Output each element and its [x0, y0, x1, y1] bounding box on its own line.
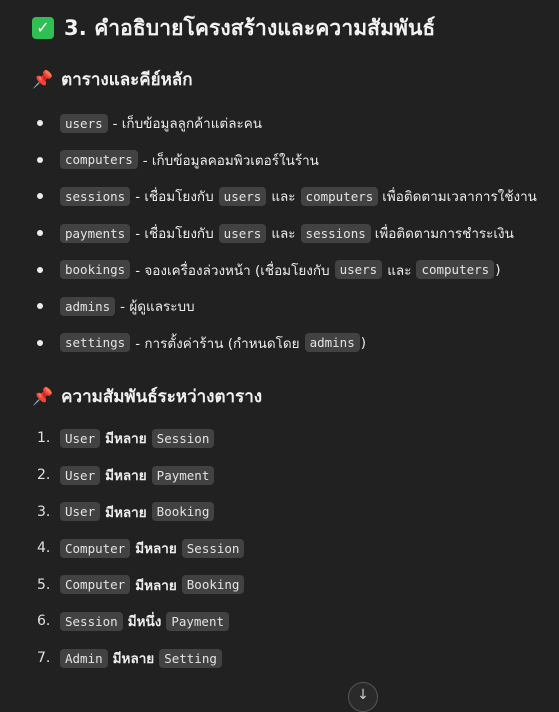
relation-text: มีหนึ่ง [127, 614, 162, 631]
entity-code: Setting [159, 648, 222, 668]
item-tail-text: ) [360, 334, 366, 351]
arrow-down-icon: ↓ [357, 687, 369, 703]
list-number: 7. [37, 650, 51, 667]
entity-code: Session [181, 538, 245, 558]
entity-code: User [60, 502, 101, 522]
item-description: - จองเครื่องล่วงหน้า (เชื่อมโยงกับ [135, 262, 330, 279]
pushpin-icon: 📌 [32, 386, 54, 407]
list-item: computers - เก็บข้อมูลคอมพิวเตอร์ในร้าน [32, 142, 552, 179]
table-name-code: users [218, 186, 267, 206]
entity-code: Computer [60, 538, 131, 558]
item-description: - ผู้ดูแลระบบ [120, 299, 195, 316]
message-content: ✓ 3. คำอธิบายโครงสร้างและความสัมพันธ์ 📌 … [32, 14, 552, 676]
list-item: payments - เชื่อมโยงกับ users และ sessions เพ… [32, 215, 552, 252]
pushpin-icon: 📌 [32, 69, 54, 90]
check-mark-button-icon: ✓ [32, 17, 54, 39]
entity-code: Session [60, 611, 123, 631]
relations-list: 1. User มีหลาย Session 2. User มีหลาย Payment 3.… [32, 420, 552, 676]
table-name-code: computers [416, 260, 495, 280]
table-name-code: computers [300, 186, 379, 206]
bullet-icon [37, 266, 43, 273]
relation-text: มีหลาย [135, 541, 177, 558]
relation-text: มีหลาย [105, 504, 147, 521]
relation-text: มีหลาย [105, 431, 147, 448]
relation-item: 5. Computer มีหลาย Booking [32, 567, 552, 604]
conjunction-text: และ [271, 189, 296, 206]
item-description: - เก็บข้อมูลลูกค้าแต่ละคน [112, 116, 262, 133]
table-name-code: users [334, 260, 383, 280]
item-tail-text: ) [495, 261, 501, 278]
table-name-code: admins [304, 333, 360, 353]
conjunction-text: และ [271, 226, 296, 243]
relation-item: 1. User มีหลาย Session [32, 420, 552, 457]
entity-code: User [60, 428, 101, 448]
table-name-code: computers [60, 150, 138, 170]
table-name-code: bookings [60, 260, 131, 280]
item-tail-text: เพื่อติดตามการชำระเงิน [374, 226, 514, 243]
tables-heading-text: ตารางและคีย์หลัก [61, 70, 193, 90]
relation-text: มีหลาย [105, 468, 147, 485]
list-number: 2. [37, 467, 51, 484]
entity-code: Payment [151, 465, 215, 485]
list-item: settings - การตั้งค่าร้าน (กำหนดโดย admins… [32, 325, 552, 362]
section-heading: ✓ 3. คำอธิบายโครงสร้างและความสัมพันธ์ [32, 14, 552, 42]
table-name-code: sessions [300, 223, 371, 243]
table-name-code: settings [60, 333, 131, 353]
bullet-icon [37, 339, 43, 346]
item-description: - การตั้งค่าร้าน (กำหนดโดย [135, 335, 300, 352]
list-item: sessions - เชื่อมโยงกับ users และ computers เ… [32, 178, 552, 215]
relation-item: 2. User มีหลาย Payment [32, 457, 552, 494]
relation-item: 7. Admin มีหลาย Setting [32, 640, 552, 677]
tables-list: users - เก็บข้อมูลลูกค้าแต่ละคน computers -… [32, 105, 552, 361]
list-number: 1. [37, 430, 51, 447]
list-number: 4. [37, 540, 51, 557]
relations-heading-text: ความสัมพันธ์ระหว่างตาราง [61, 387, 263, 408]
table-name-code: sessions [60, 186, 131, 206]
relation-item: 6. Session มีหนึ่ง Payment [32, 603, 552, 640]
section-title: 3. คำอธิบายโครงสร้างและความสัมพันธ์ [64, 15, 436, 40]
item-description: - เชื่อมโยงกับ [135, 226, 214, 243]
relations-heading: 📌 ความสัมพันธ์ระหว่างตาราง [32, 383, 552, 410]
list-number: 3. [37, 503, 51, 520]
table-name-code: users [60, 113, 108, 133]
scroll-down-button[interactable]: ↓ [348, 682, 378, 712]
tables-heading: 📌 ตารางและคีย์หลัก [32, 66, 552, 93]
table-name-code: payments [60, 223, 131, 243]
bullet-icon [37, 230, 43, 237]
table-name-code: admins [60, 296, 116, 316]
item-description: - เก็บข้อมูลคอมพิวเตอร์ในร้าน [142, 152, 319, 169]
entity-code: Payment [166, 611, 229, 631]
bullet-icon [37, 303, 43, 310]
bullet-icon [37, 193, 43, 200]
relation-text: มีหลาย [112, 651, 155, 668]
relation-item: 3. User มีหลาย Booking [32, 493, 552, 530]
entity-code: Computer [60, 575, 131, 595]
list-item: admins - ผู้ดูแลระบบ [32, 288, 552, 325]
entity-code: Booking [181, 575, 245, 595]
list-item: users - เก็บข้อมูลลูกค้าแต่ละคน [32, 105, 552, 142]
item-tail-text: เพื่อติดตามเวลาการใช้งาน [382, 189, 537, 206]
entity-code: Admin [60, 648, 108, 668]
bullet-icon [37, 156, 43, 163]
table-name-code: users [218, 223, 267, 243]
conjunction-text: และ [387, 262, 412, 279]
list-number: 6. [37, 613, 51, 630]
relation-item: 4. Computer มีหลาย Session [32, 530, 552, 567]
relation-text: มีหลาย [135, 577, 177, 594]
bullet-icon [37, 120, 43, 127]
list-item: bookings - จองเครื่องล่วงหน้า (เชื่อมโยงก… [32, 251, 552, 288]
entity-code: Booking [151, 502, 215, 522]
item-description: - เชื่อมโยงกับ [135, 189, 214, 206]
entity-code: Session [151, 428, 215, 448]
entity-code: User [60, 465, 101, 485]
list-number: 5. [37, 576, 51, 593]
